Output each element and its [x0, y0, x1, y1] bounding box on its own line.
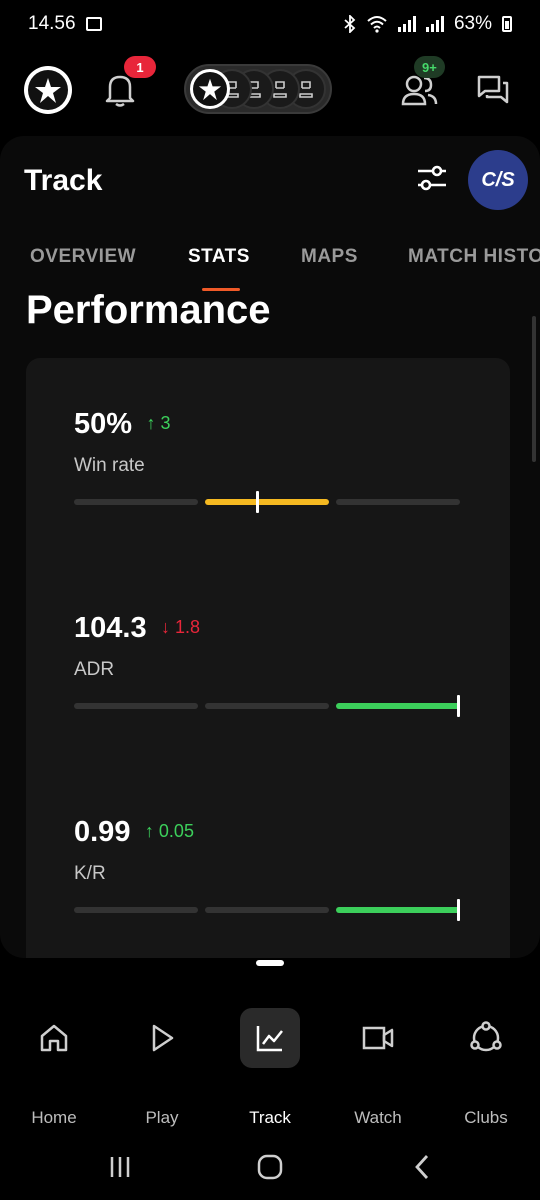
nav-label: Track: [249, 1108, 291, 1127]
star-icon: [28, 70, 68, 110]
drag-handle[interactable]: [256, 960, 284, 966]
chat-icon: [477, 75, 509, 104]
stat-label: Win rate: [74, 455, 145, 476]
nav-label: Home: [31, 1108, 77, 1127]
bar-marker: [457, 695, 460, 717]
back-button[interactable]: [402, 1152, 442, 1182]
nav-label: Play: [145, 1108, 179, 1127]
bar-marker: [256, 491, 259, 513]
wifi-icon: [367, 16, 387, 33]
stat-kr: 0.99 ↑ 0.05 K/R: [74, 816, 464, 921]
stat-delta: ↑ 3: [146, 413, 171, 433]
scrollbar[interactable]: [532, 316, 536, 462]
signal-icon: [397, 16, 416, 32]
bar-segment: [74, 499, 198, 505]
nav-clubs[interactable]: Clubs: [432, 1000, 540, 1130]
bar-segment: [74, 703, 198, 709]
status-bar: 14.56 63%: [0, 0, 540, 48]
nav-play[interactable]: Play: [108, 1000, 216, 1130]
system-nav-bar: [0, 1140, 540, 1200]
home-circle-icon: [257, 1154, 283, 1180]
game-selector[interactable]: C/S: [468, 150, 528, 210]
bar-segment: [205, 907, 329, 913]
nav-label: Watch: [354, 1108, 402, 1127]
tab-overview[interactable]: OVERVIEW: [30, 246, 136, 268]
chart-icon: [240, 1008, 300, 1068]
bar-marker: [457, 899, 460, 921]
bottom-nav: Home Play Track Watch Clubs: [0, 1000, 540, 1140]
game-logo: C/S: [481, 168, 515, 191]
recent-apps-button[interactable]: [100, 1152, 140, 1182]
party-lobby-button[interactable]: [184, 64, 332, 114]
stat-delta: ↑ 0.05: [144, 821, 194, 841]
app-bar: 1 9+: [0, 56, 540, 126]
nav-track[interactable]: Track: [216, 1000, 324, 1130]
bar-segment: [74, 907, 198, 913]
stat-value: 104.3: [74, 612, 147, 644]
messages-button[interactable]: [476, 74, 510, 106]
gallery-icon: [85, 17, 102, 31]
signal-icon-2: [425, 16, 444, 32]
stat-level-bar: [74, 695, 462, 717]
friends-badge: 9+: [414, 56, 445, 78]
nav-label: Clubs: [464, 1108, 508, 1127]
home-system-button[interactable]: [250, 1152, 290, 1182]
sliders-icon: [418, 165, 446, 191]
play-icon: [132, 1008, 192, 1068]
battery-icon: [502, 16, 512, 32]
notification-badge: 1: [124, 56, 156, 78]
stat-value: 0.99: [74, 816, 131, 848]
section-title: Performance: [26, 288, 271, 332]
arrow-down-icon: ↓: [161, 617, 171, 637]
my-avatar: [190, 69, 230, 109]
stat-win-rate: 50% ↑ 3 Win rate: [74, 408, 464, 513]
video-icon: [348, 1008, 408, 1068]
bar-segment: [205, 499, 329, 505]
stat-adr: 104.3 ↓ 1.8 ADR: [74, 612, 464, 717]
bar-segment: [336, 907, 460, 913]
arrow-up-icon: ↑: [144, 821, 154, 841]
home-icon: [24, 1008, 84, 1068]
bluetooth-icon: [344, 15, 356, 33]
arrow-up-icon: ↑: [146, 413, 156, 433]
tab-maps[interactable]: MAPS: [301, 246, 358, 268]
recent-apps-icon: [110, 1157, 130, 1177]
stat-level-bar: [74, 491, 462, 513]
bar-segment: [336, 703, 460, 709]
battery-percent: 63%: [453, 13, 492, 34]
stat-label: K/R: [74, 863, 106, 884]
star-icon: [193, 72, 227, 106]
filter-button[interactable]: [414, 162, 450, 194]
track-panel: Track C/S OVERVIEW STATS MAPS MATCH HIST…: [0, 136, 540, 958]
stat-value: 50%: [74, 408, 133, 440]
clubs-icon: [456, 1008, 516, 1068]
page-title: Track: [24, 164, 103, 197]
stat-label: ADR: [74, 659, 115, 680]
app-logo-button[interactable]: [24, 66, 72, 114]
nav-watch[interactable]: Watch: [324, 1000, 432, 1130]
back-icon: [415, 1155, 429, 1179]
bar-segment: [205, 703, 329, 709]
bar-segment: [336, 499, 460, 505]
stat-level-bar: [74, 899, 462, 921]
status-indicators: 63%: [344, 13, 512, 35]
stat-delta: ↓ 1.8: [161, 617, 201, 637]
status-time: 14.56: [28, 13, 76, 34]
nav-home[interactable]: Home: [0, 1000, 108, 1130]
tab-stats[interactable]: STATS: [188, 246, 250, 268]
tab-match-history[interactable]: MATCH HISTO: [408, 246, 540, 268]
performance-card: 50% ↑ 3 Win rate 104.3 ↓ 1.8 ADR 0.99 ↑ …: [26, 358, 510, 958]
